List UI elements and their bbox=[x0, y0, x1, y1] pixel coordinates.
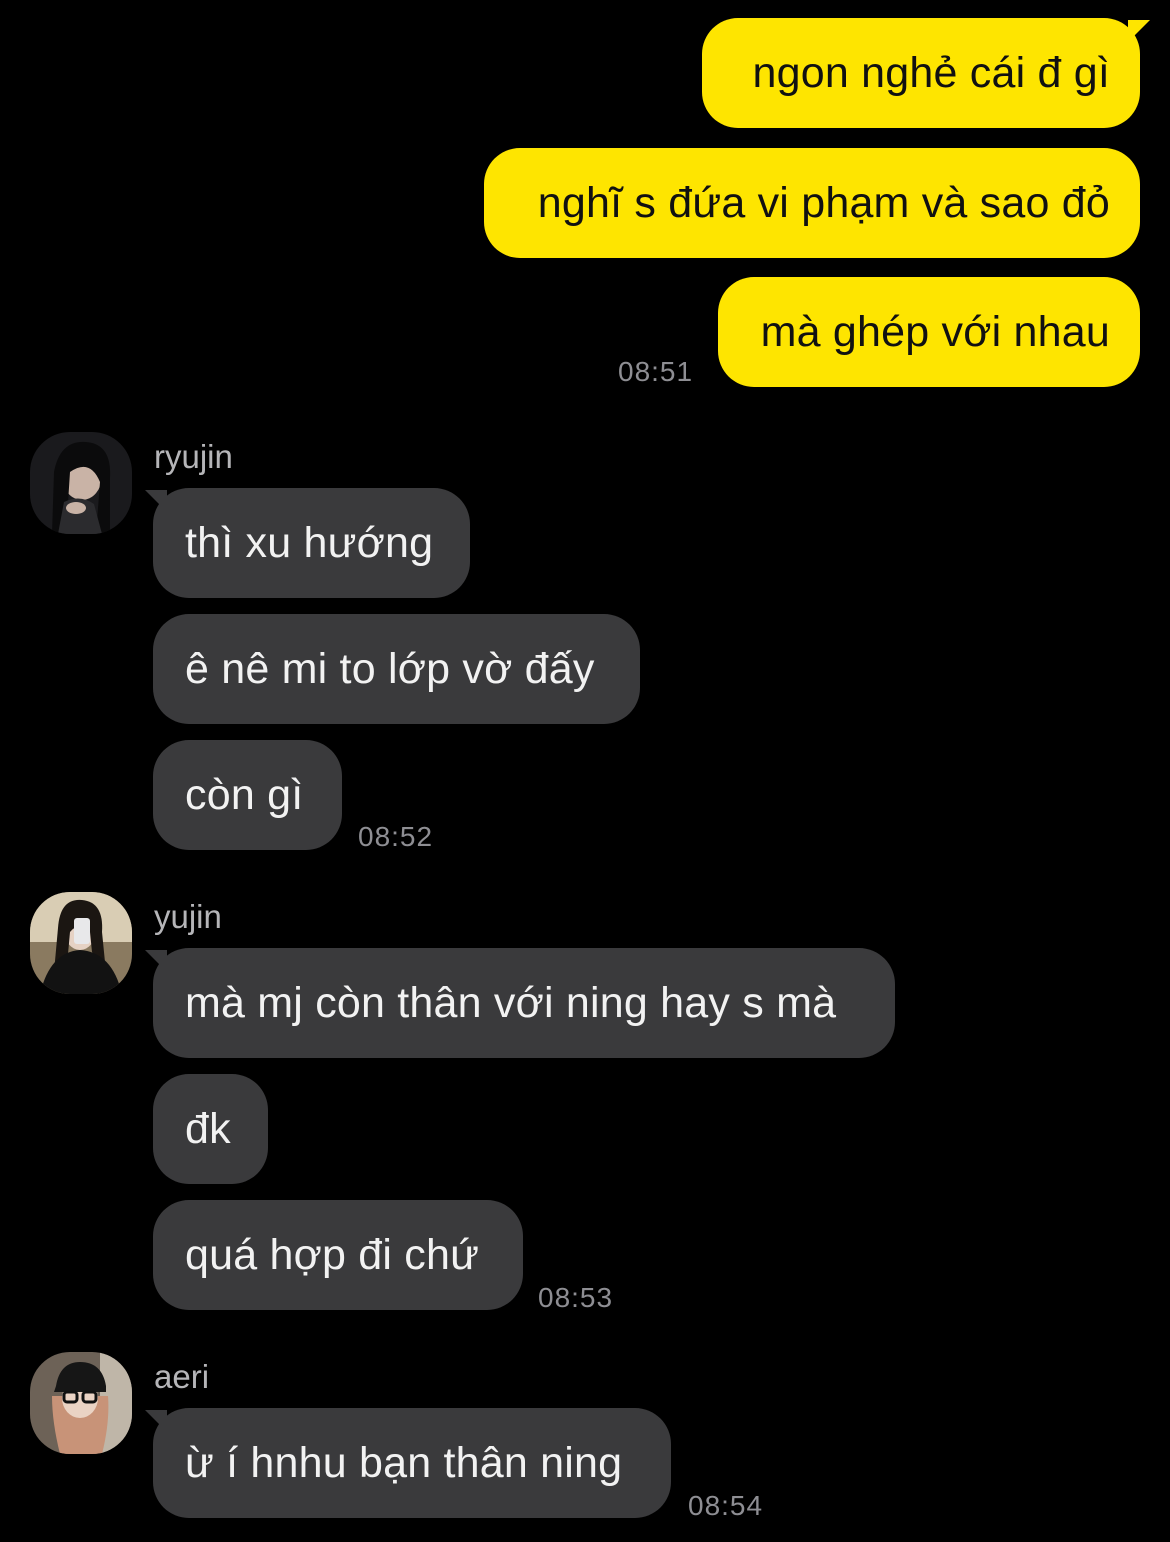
message-timestamp: 08:54 bbox=[688, 1490, 764, 1521]
outgoing-message[interactable]: nghĩ s đứa vi phạm và sao đỏ bbox=[484, 148, 1140, 258]
message-text: ừ í hnhu bạn thân ning bbox=[185, 1438, 623, 1487]
sender-name: ryujin bbox=[154, 438, 233, 475]
bubble-tail bbox=[1128, 20, 1150, 42]
message-text: thì xu hướng bbox=[185, 518, 434, 567]
message-text: ê nê mi to lớp vờ đấy bbox=[185, 644, 595, 693]
sender-name: aeri bbox=[154, 1358, 210, 1395]
incoming-message[interactable]: ừ í hnhu bạn thân ning bbox=[153, 1408, 671, 1518]
message-timestamp: 08:53 bbox=[538, 1282, 614, 1313]
message-text: mà ghép với nhau bbox=[760, 307, 1110, 356]
bubble-tail bbox=[145, 950, 167, 972]
bubble-tail bbox=[145, 490, 167, 512]
message-timestamp: 08:52 bbox=[358, 821, 434, 852]
message-text: đk bbox=[185, 1104, 231, 1153]
incoming-message[interactable]: quá hợp đi chứ bbox=[153, 1200, 523, 1310]
message-text: mà mj còn thân với ning hay s mà bbox=[185, 978, 837, 1027]
avatar[interactable] bbox=[30, 1352, 132, 1454]
message-text: ngon nghẻ cái đ gì bbox=[752, 48, 1110, 97]
outgoing-message[interactable]: mà ghép với nhau bbox=[718, 277, 1140, 387]
avatar[interactable] bbox=[30, 432, 132, 534]
incoming-message[interactable]: đk bbox=[153, 1074, 268, 1184]
incoming-message[interactable]: mà mj còn thân với ning hay s mà bbox=[153, 948, 895, 1058]
sender-name: yujin bbox=[154, 898, 222, 935]
profile-photo-icon bbox=[30, 1352, 132, 1454]
profile-photo-icon bbox=[30, 892, 132, 994]
incoming-message[interactable]: thì xu hướng bbox=[153, 488, 470, 598]
message-timestamp: 08:51 bbox=[618, 356, 694, 387]
outgoing-message[interactable]: ngon nghẻ cái đ gì bbox=[702, 18, 1140, 128]
avatar[interactable] bbox=[30, 892, 132, 994]
profile-photo-icon bbox=[30, 432, 132, 534]
message-text: quá hợp đi chứ bbox=[185, 1230, 480, 1279]
incoming-message[interactable]: ê nê mi to lớp vờ đấy bbox=[153, 614, 640, 724]
message-text: nghĩ s đứa vi phạm và sao đỏ bbox=[537, 178, 1110, 227]
incoming-message[interactable]: còn gì bbox=[153, 740, 342, 850]
message-text: còn gì bbox=[185, 770, 304, 819]
bubble-tail bbox=[145, 1410, 167, 1432]
